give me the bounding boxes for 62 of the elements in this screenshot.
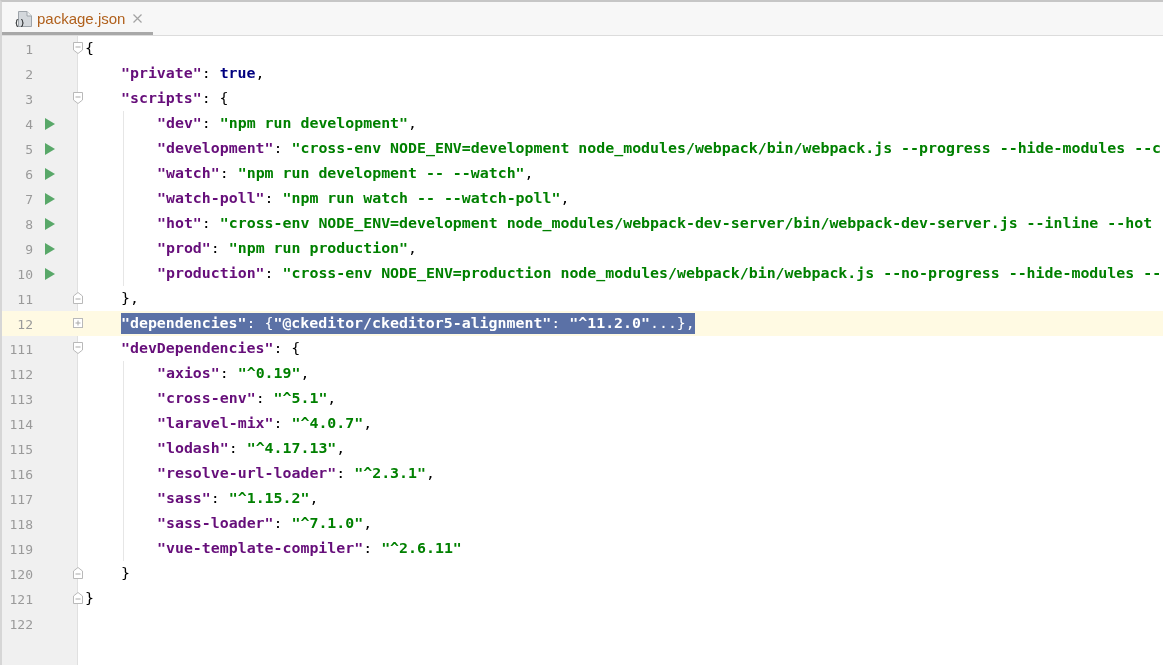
line-number: 118 <box>9 516 33 532</box>
line-number: 121 <box>9 591 33 607</box>
minus-icon[interactable] <box>73 592 83 604</box>
code-line: "production": "cross-env NODE_ENV=production node_modules/webpack/bin/webpack.js --no-progress --hide-modules -- <box>157 263 1162 284</box>
play-icon[interactable] <box>45 192 55 205</box>
line-number: 12 <box>17 316 33 332</box>
minus-icon[interactable] <box>73 292 83 304</box>
file-icon <box>15 10 33 27</box>
play-icon[interactable] <box>45 167 55 180</box>
line-number: 1 <box>25 41 33 57</box>
minus-icon[interactable] <box>73 567 83 579</box>
line-number: 113 <box>9 391 33 407</box>
line-number: 120 <box>9 566 33 582</box>
play-icon[interactable] <box>45 242 55 255</box>
code-line: "prod": "npm run production", <box>157 238 417 259</box>
line-number: 11 <box>17 291 33 307</box>
code-line: "lodash": "^4.17.13", <box>157 438 346 459</box>
code-line: "cross-env": "^5.1", <box>157 388 337 409</box>
code-line: "hot": "cross-env NODE_ENV=development node_modules/webpack-dev-server/bin/webpack-dev-server.js --inline --hot <box>157 213 1153 234</box>
line-number: 8 <box>25 216 33 232</box>
minus-icon[interactable] <box>73 342 83 354</box>
line-number: 4 <box>25 116 33 132</box>
line-number: 119 <box>9 541 33 557</box>
code-line: "sass": "^1.15.2", <box>157 488 319 509</box>
play-icon[interactable] <box>45 267 55 280</box>
line-number: 117 <box>9 491 33 507</box>
code-line: "development": "cross-env NODE_ENV=development node_modules/webpack/bin/webpack.js --progress --hide-modules --c <box>157 138 1162 159</box>
code-line: } <box>85 588 94 609</box>
close-icon[interactable] <box>133 14 143 23</box>
code-line: "scripts": { <box>121 88 229 109</box>
code-line: "dev": "npm run development", <box>157 113 417 134</box>
line-number: 5 <box>25 141 33 157</box>
code-line: "watch-poll": "npm run watch -- --watch-poll", <box>157 188 570 209</box>
code-line: "laravel-mix": "^4.0.7", <box>157 413 373 434</box>
line-number: 112 <box>9 366 33 382</box>
line-number: 7 <box>25 191 33 207</box>
line-number: 9 <box>25 241 33 257</box>
line-number: 10 <box>17 266 33 282</box>
play-icon[interactable] <box>45 142 55 155</box>
code-line: "devDependencies": { <box>121 338 301 359</box>
play-icon[interactable] <box>45 117 55 130</box>
code-line: "vue-template-compiler": "^2.6.11" <box>157 538 462 559</box>
code-line: } <box>121 563 130 584</box>
code-line: "resolve-url-loader": "^2.3.1", <box>157 463 435 484</box>
code-line: "watch": "npm run development -- --watch", <box>157 163 534 184</box>
line-number: 115 <box>9 441 33 457</box>
minus-icon[interactable] <box>73 42 83 54</box>
line-number: 116 <box>9 466 33 482</box>
code-line: { <box>85 38 94 59</box>
minus-icon[interactable] <box>73 92 83 104</box>
code-line: "sass-loader": "^7.1.0", <box>157 513 373 534</box>
line-number: 3 <box>25 91 33 107</box>
plus-icon[interactable] <box>73 317 83 329</box>
line-number: 6 <box>25 166 33 182</box>
line-number: 111 <box>9 341 33 357</box>
code-line: "axios": "^0.19", <box>157 363 310 384</box>
code-line: "private": true, <box>121 63 265 84</box>
line-number: 114 <box>9 416 33 432</box>
line-number: 2 <box>25 66 33 82</box>
play-icon[interactable] <box>45 217 55 230</box>
line-number: 122 <box>9 616 33 632</box>
code-line: }, <box>121 288 139 309</box>
